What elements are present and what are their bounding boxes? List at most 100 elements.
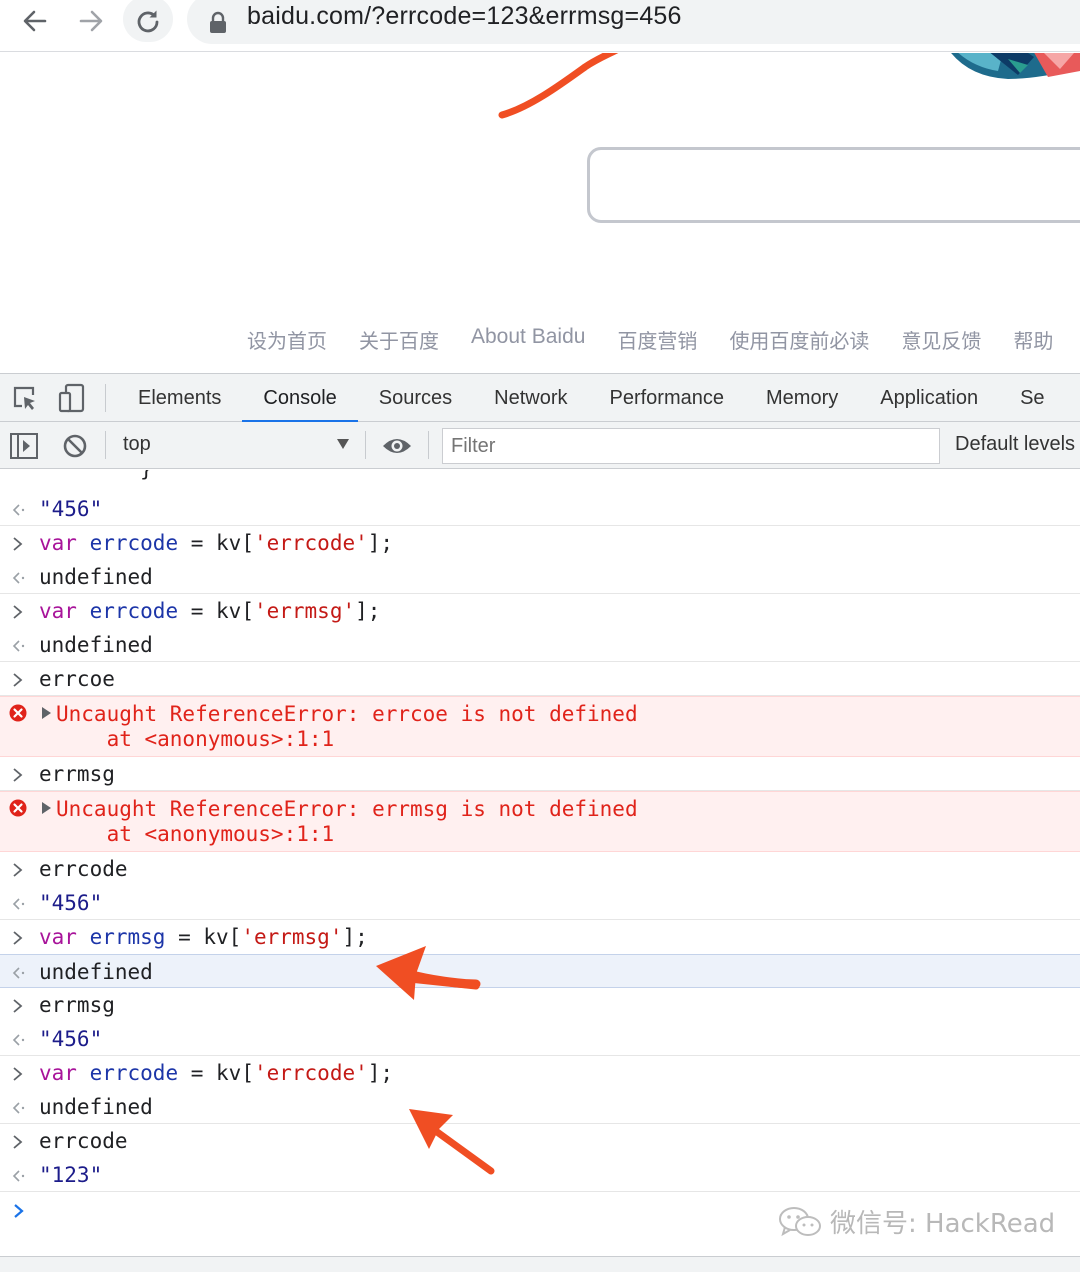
search-input[interactable] — [587, 147, 1080, 223]
input-code: errcoe — [39, 664, 115, 694]
code-keyword: var — [39, 531, 77, 555]
toolbar-divider — [365, 431, 366, 459]
result-value: undefined — [39, 565, 153, 589]
result-value: "123" — [39, 1163, 103, 1187]
input-code: errcode — [39, 854, 128, 884]
console-result-entry: "123" — [0, 1158, 1080, 1192]
code-text: = kv[ — [178, 531, 254, 555]
annotation-arrow — [409, 1109, 495, 1175]
input-line: errmsg — [0, 990, 1080, 1020]
input-line: errmsg — [0, 759, 1080, 789]
console-result-entry: undefined — [0, 1090, 1080, 1124]
footer-link-feedback[interactable]: 意见反馈 — [901, 325, 981, 354]
browser-toolbar: baidu.com/?errcode=123&errmsg=456 — [0, 0, 1080, 52]
console-result-entry: "456" — [0, 1022, 1080, 1056]
footer-link-help[interactable]: 帮助 — [1013, 325, 1053, 354]
annotation-arrow — [376, 946, 481, 1000]
code-keyword: var — [39, 925, 77, 949]
url-text[interactable]: baidu.com/?errcode=123&errmsg=456 — [247, 2, 682, 31]
input-line: errcoe — [0, 664, 1080, 694]
devtools-tab-bar: Elements Console Sources Network Perform… — [0, 373, 1080, 423]
tab-security[interactable]: Se — [999, 374, 1065, 422]
sidebar-toggle-icon[interactable] — [9, 432, 39, 460]
console-error-entry: Uncaught ReferenceError: errcoe is not d… — [0, 696, 1080, 757]
console-toolbar: top Default levels — [0, 422, 1080, 469]
log-levels-dropdown[interactable]: Default levels — [955, 433, 1075, 456]
tab-sources[interactable]: Sources — [358, 374, 473, 422]
console-input-entry: var errcode = kv['errcode']; — [0, 526, 1080, 560]
context-select[interactable]: top — [123, 422, 353, 468]
code-text: errmsg — [39, 993, 115, 1017]
code-text: = kv[ — [178, 1061, 254, 1085]
toolbar-divider — [105, 384, 106, 412]
clear-console-icon[interactable] — [62, 433, 88, 459]
tab-console[interactable]: Console — [242, 374, 359, 423]
tab-application[interactable]: Application — [859, 374, 999, 422]
result-line: "123" — [0, 1160, 1080, 1190]
console-input-entry: var errmsg = kv['errmsg']; — [0, 920, 1080, 954]
watermark-text: 微信号: HackRead — [830, 1209, 1056, 1239]
reload-button[interactable] — [123, 0, 173, 42]
footer-link-marketing[interactable]: 百度营销 — [617, 325, 697, 354]
annotation-underline-mark — [498, 53, 619, 119]
console-error-entry: Uncaught ReferenceError: errmsg is not d… — [0, 791, 1080, 852]
code-text: errcode — [39, 1129, 128, 1153]
result-value: "456" — [39, 497, 103, 521]
input-line: var errmsg = kv['errmsg']; — [0, 922, 1080, 952]
back-button[interactable] — [14, 0, 56, 42]
code-text: errcoe — [39, 667, 115, 691]
reload-icon — [137, 10, 159, 33]
code-keyword: var — [39, 599, 77, 623]
input-line: var errcode = kv['errmsg']; — [0, 596, 1080, 626]
device-toolbar-button[interactable] — [56, 382, 88, 414]
tab-network[interactable]: Network — [473, 374, 588, 422]
result-value: undefined — [39, 960, 153, 984]
footer-link-about-cn[interactable]: 关于百度 — [359, 325, 439, 354]
input-line: errcode — [0, 854, 1080, 884]
console-input-entry: errcoe — [0, 662, 1080, 696]
code-text: errcode — [39, 857, 128, 881]
code-variable: errcode — [89, 531, 179, 555]
inspect-element-button[interactable] — [9, 382, 41, 414]
error-stack-text[interactable]: at <anonymous>:1:1 — [56, 819, 335, 849]
input-line: var errcode = kv['errcode']; — [0, 528, 1080, 558]
console-input-entry: errmsg — [0, 988, 1080, 1022]
input-code: var errcode = kv['errcode']; — [39, 1058, 393, 1088]
code-text: = kv[ — [165, 925, 242, 949]
footer-link-set-homepage[interactable]: 设为首页 — [247, 325, 327, 354]
code-text: ]; — [342, 925, 368, 949]
footer-link-about-baidu[interactable]: About Baidu — [471, 325, 585, 354]
address-bar[interactable]: baidu.com/?errcode=123&errmsg=456 — [187, 0, 1080, 44]
context-value: top — [123, 433, 151, 455]
code-variable: errcode — [89, 599, 179, 623]
watermark: 微信号: HackRead — [778, 1203, 1055, 1240]
tab-elements[interactable]: Elements — [117, 374, 242, 422]
tab-performance[interactable]: Performance — [589, 374, 746, 422]
toolbar-divider — [428, 431, 429, 459]
forward-arrow-icon — [79, 10, 103, 32]
back-arrow-icon — [23, 10, 47, 32]
code-string: 'errcode' — [253, 1061, 368, 1085]
tab-memory[interactable]: Memory — [745, 374, 859, 422]
code-text: errmsg — [39, 762, 115, 786]
result-value: "456" — [39, 891, 103, 915]
error-stack-text[interactable]: at <anonymous>:1:1 — [56, 724, 335, 754]
forward-button[interactable] — [70, 0, 112, 42]
footer-link-terms[interactable]: 使用百度前必读 — [729, 325, 869, 354]
result-line: undefined — [0, 1092, 1080, 1122]
result-line: undefined — [0, 957, 1080, 987]
eye-icon[interactable] — [381, 435, 413, 457]
inspect-element-icon — [13, 386, 35, 410]
result-value: undefined — [39, 633, 153, 657]
result-line: "456" — [0, 1024, 1080, 1054]
input-code: var errcode = kv['errmsg']; — [39, 596, 380, 626]
result-value: undefined — [39, 1095, 153, 1119]
devtools-tabs: Elements Console Sources Network Perform… — [117, 374, 1066, 423]
console-input-prompt-icon[interactable] — [12, 1203, 26, 1219]
chevron-down-icon — [337, 439, 349, 449]
input-code: var errcode = kv['errcode']; — [39, 528, 393, 558]
filter-input[interactable] — [442, 428, 940, 464]
